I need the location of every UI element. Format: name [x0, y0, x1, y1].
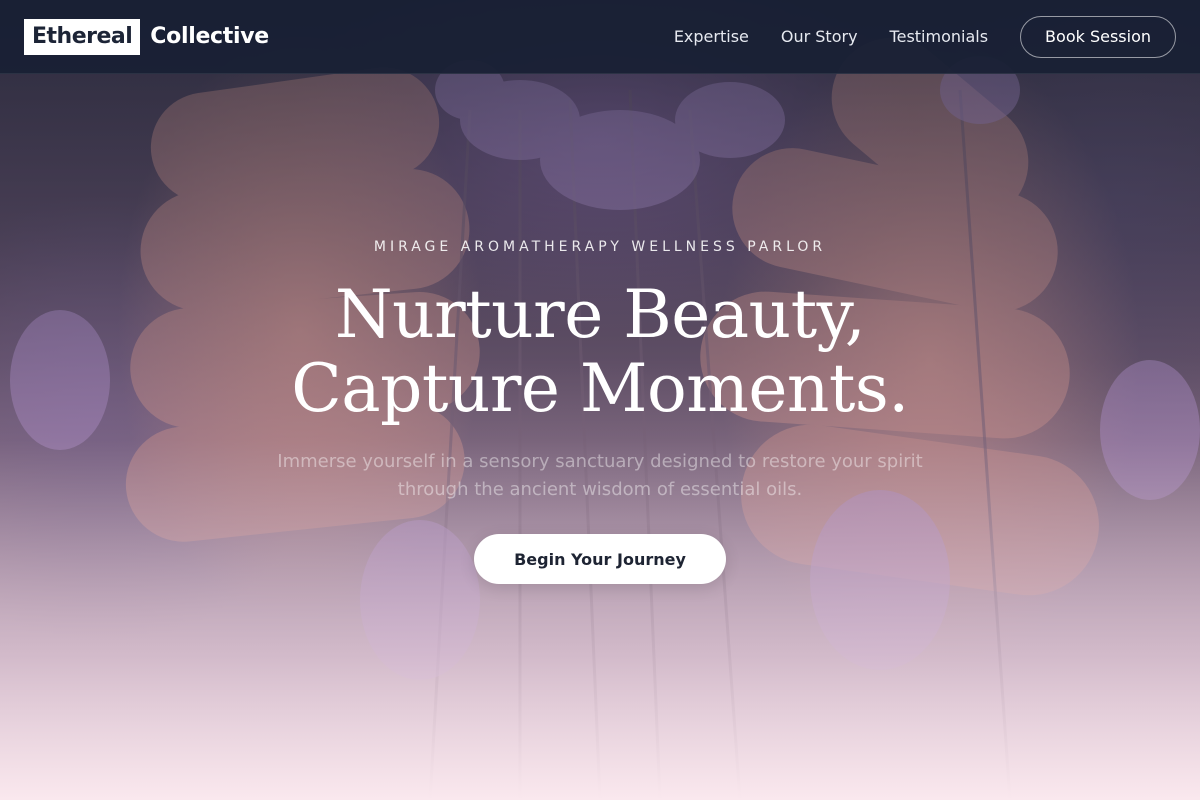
main-nav: Expertise Our Story Testimonials Book Se…	[674, 15, 1176, 58]
begin-journey-button[interactable]: Begin Your Journey	[474, 534, 726, 584]
landing-page: Ethereal Collective Expertise Our Story …	[0, 0, 1200, 800]
site-header: Ethereal Collective Expertise Our Story …	[0, 0, 1200, 74]
hero-headline-line-2: Capture Moments.	[291, 350, 909, 427]
brand-logo[interactable]: Ethereal Collective	[24, 18, 269, 55]
nav-link-expertise[interactable]: Expertise	[674, 27, 749, 46]
hero-eyebrow: MIRAGE AROMATHERAPY WELLNESS PARLOR	[373, 239, 827, 255]
hero-headline-line-1: Nurture Beauty,	[334, 276, 866, 353]
book-session-button[interactable]: Book Session	[1020, 15, 1176, 58]
logo-box-text: Ethereal	[24, 18, 141, 55]
logo-text: Collective	[150, 24, 269, 49]
nav-link-testimonials[interactable]: Testimonials	[890, 27, 989, 46]
hero-headline: Nurture Beauty, Capture Moments.	[0, 278, 1200, 426]
nav-link-our-story[interactable]: Our Story	[781, 27, 858, 46]
hero-section: MIRAGE AROMATHERAPY WELLNESS PARLOR Nurt…	[0, 236, 1200, 584]
hero-subtext: Immerse yourself in a sensory sanctuary …	[277, 451, 923, 500]
